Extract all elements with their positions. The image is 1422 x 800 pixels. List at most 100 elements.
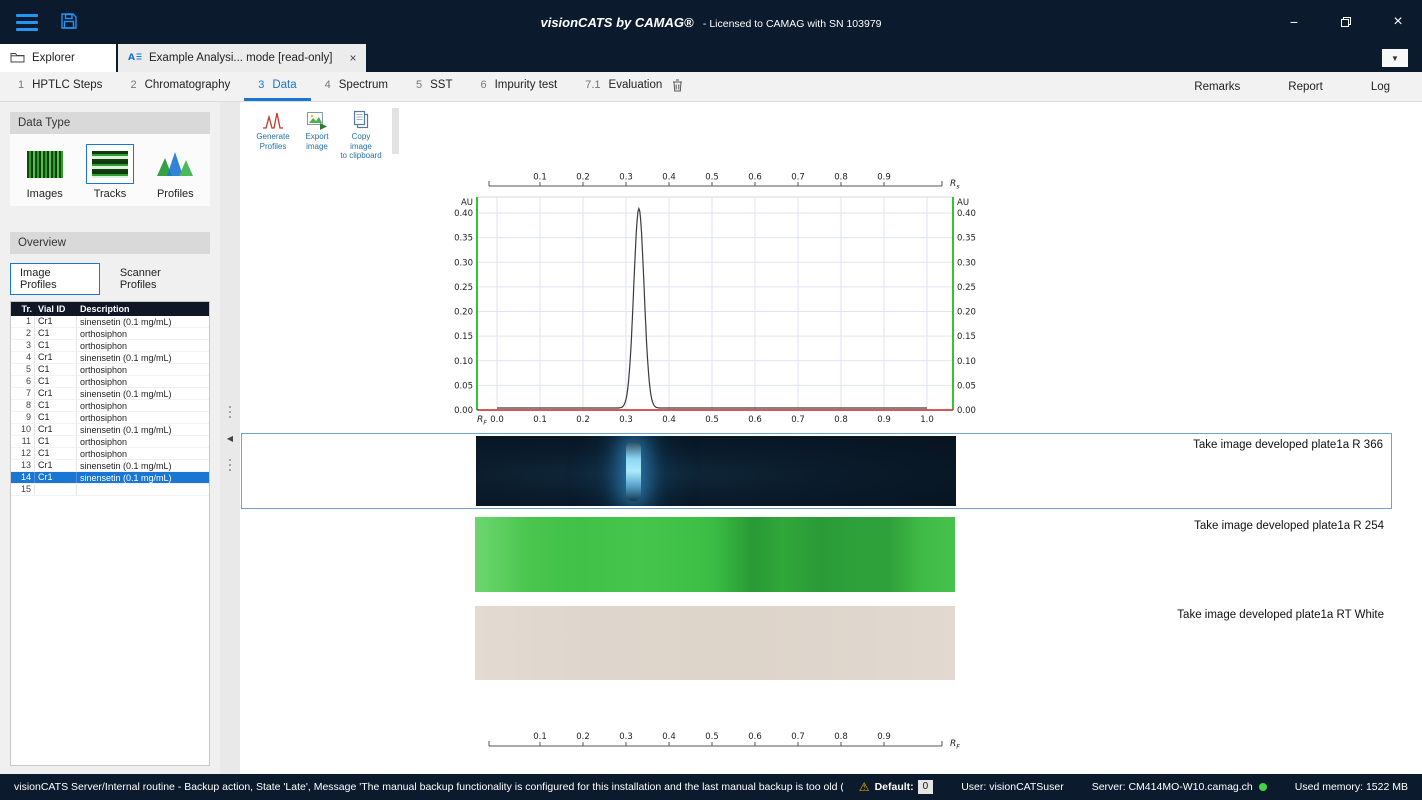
svg-text:Rs: Rs: [950, 179, 960, 191]
step-label: HPTLC Steps: [32, 79, 102, 91]
track-table-row[interactable]: 9C1orthosiphon: [11, 412, 209, 424]
tab-analysis-document[interactable]: A Example Analysi... mode [read-only] ×: [118, 44, 366, 72]
splitter-grip[interactable]: [229, 406, 231, 418]
data-type-tracks[interactable]: Tracks: [79, 144, 140, 200]
splitter-grip[interactable]: [229, 459, 231, 471]
step-tab-hptlc-steps[interactable]: 1 HPTLC Steps: [4, 72, 116, 101]
svg-text:0.5: 0.5: [705, 415, 719, 425]
cell-tr: 6: [11, 376, 35, 387]
step-label: Chromatography: [145, 79, 231, 91]
minimize-button[interactable]: −: [1286, 14, 1302, 30]
track-image-r366[interactable]: [476, 436, 956, 506]
cell-tr: 12: [11, 448, 35, 459]
svg-text:0.15: 0.15: [454, 332, 473, 342]
track-table-row[interactable]: 2C1orthosiphon: [11, 328, 209, 340]
svg-text:0.40: 0.40: [957, 209, 976, 219]
track-image-rt-white[interactable]: [475, 606, 955, 680]
track-table-row[interactable]: 15: [11, 484, 209, 496]
step-tab-evaluation[interactable]: 7.1 Evaluation: [571, 72, 697, 101]
remarks-link[interactable]: Remarks: [1170, 81, 1264, 93]
report-link[interactable]: Report: [1264, 81, 1347, 93]
log-link[interactable]: Log: [1347, 81, 1414, 93]
track-table-row[interactable]: 6C1orthosiphon: [11, 376, 209, 388]
notifications-status[interactable]: ⚠ Default: 0: [859, 780, 933, 794]
track-image-row-r254[interactable]: Take image developed plate1a R 254: [241, 517, 1392, 595]
tab-scanner-profiles[interactable]: Scanner Profiles: [110, 263, 210, 295]
trash-icon[interactable]: [672, 79, 683, 92]
svg-text:0.10: 0.10: [454, 357, 473, 367]
tracks-icon: [92, 151, 128, 178]
track-table-row[interactable]: 1Cr1sinensetin (0.1 mg/mL): [11, 316, 209, 328]
cell-desc: orthosiphon: [77, 437, 209, 447]
track-image-row-rt-white[interactable]: Take image developed plate1a RT White: [241, 606, 1392, 682]
cell-tr: 11: [11, 436, 35, 447]
export-image-button[interactable]: Export image: [296, 108, 338, 153]
button-label-line: Generate: [256, 132, 289, 141]
workspace: Data Type Images Tracks: [0, 102, 1422, 774]
svg-text:0.0: 0.0: [490, 415, 504, 425]
track-image-r254[interactable]: [475, 517, 955, 592]
svg-text:0.9: 0.9: [877, 173, 891, 183]
button-label-line: Copy image: [350, 132, 372, 151]
tab-explorer[interactable]: Explorer: [0, 44, 116, 72]
track-table-row[interactable]: 5C1orthosiphon: [11, 364, 209, 376]
collapse-sidebar-button[interactable]: ◀: [227, 434, 233, 443]
close-button[interactable]: ×: [1390, 14, 1406, 30]
cell-tr: 9: [11, 412, 35, 423]
track-table-row[interactable]: 13Cr1sinensetin (0.1 mg/mL): [11, 460, 209, 472]
step-tab-chromatography[interactable]: 2 Chromatography: [116, 72, 244, 101]
tab-image-profiles[interactable]: Image Profiles: [10, 263, 100, 295]
track-table-row[interactable]: 12C1orthosiphon: [11, 448, 209, 460]
cell-desc: sinensetin (0.1 mg/mL): [77, 317, 209, 327]
cell-desc: orthosiphon: [77, 377, 209, 387]
track-table-row[interactable]: 11C1orthosiphon: [11, 436, 209, 448]
track-table-row[interactable]: 8C1orthosiphon: [11, 400, 209, 412]
svg-text:0.1: 0.1: [533, 732, 547, 742]
data-type-profiles[interactable]: Profiles: [145, 144, 206, 200]
tab-list-dropdown-button[interactable]: ▼: [1382, 49, 1408, 67]
step-tab-spectrum[interactable]: 4 Spectrum: [311, 72, 402, 101]
track-table-row[interactable]: 4Cr1sinensetin (0.1 mg/mL): [11, 352, 209, 364]
track-image-row-r366[interactable]: Take image developed plate1a R 366: [241, 433, 1392, 509]
cell-vial: C1: [35, 436, 77, 447]
svg-text:0.1: 0.1: [533, 173, 547, 183]
generate-profiles-button[interactable]: Generate Profiles: [252, 108, 294, 153]
chevron-down-icon: ▼: [1391, 54, 1399, 63]
track-table-row[interactable]: 14Cr1sinensetin (0.1 mg/mL): [11, 472, 209, 484]
cell-vial: Cr1: [35, 460, 77, 471]
svg-text:AU: AU: [957, 198, 969, 208]
copy-image-button[interactable]: Copy image to clipboard: [340, 108, 382, 163]
server-status: Server: CM414MO-W10.camag.ch: [1092, 781, 1267, 793]
cell-desc: sinensetin (0.1 mg/mL): [77, 353, 209, 363]
step-tab-data[interactable]: 3 Data: [244, 72, 310, 101]
cell-tr: 2: [11, 328, 35, 339]
tab-close-icon[interactable]: ×: [349, 51, 356, 65]
menu-icon[interactable]: [16, 14, 38, 31]
cell-vial: Cr1: [35, 424, 77, 435]
svg-text:0.6: 0.6: [748, 732, 762, 742]
window-title: visionCATS by CAMAG® - Licensed to CAMAG…: [0, 15, 1422, 30]
toolbar-scrollbar[interactable]: [392, 108, 399, 154]
rf-ruler: 0.10.20.30.40.50.60.70.80.9RF: [445, 728, 985, 762]
track-table-row[interactable]: 10Cr1sinensetin (0.1 mg/mL): [11, 424, 209, 436]
svg-text:0.8: 0.8: [834, 732, 848, 742]
column-header-tr: Tr.: [11, 304, 35, 314]
save-button[interactable]: [60, 12, 78, 33]
cell-desc: orthosiphon: [77, 329, 209, 339]
step-tab-sst[interactable]: 5 SST: [402, 72, 467, 101]
step-label: Data: [272, 79, 296, 91]
track-table-row[interactable]: 3C1orthosiphon: [11, 340, 209, 352]
svg-text:0.35: 0.35: [957, 234, 976, 244]
image-caption: Take image developed plate1a RT White: [1177, 609, 1384, 621]
svg-text:0.00: 0.00: [454, 406, 473, 416]
notification-count-badge: 0: [918, 780, 934, 794]
data-type-images[interactable]: Images: [14, 144, 75, 200]
step-tab-impurity-test[interactable]: 6 Impurity test: [466, 72, 571, 101]
svg-text:0.30: 0.30: [957, 258, 976, 268]
data-type-label: Profiles: [157, 188, 194, 200]
sidebar-splitter[interactable]: ◀: [220, 102, 240, 774]
track-table-row[interactable]: 7Cr1sinensetin (0.1 mg/mL): [11, 388, 209, 400]
license-text: - Licensed to CAMAG with SN 103979: [703, 18, 882, 30]
restore-button[interactable]: [1338, 14, 1354, 30]
button-label-line: image: [306, 142, 328, 151]
